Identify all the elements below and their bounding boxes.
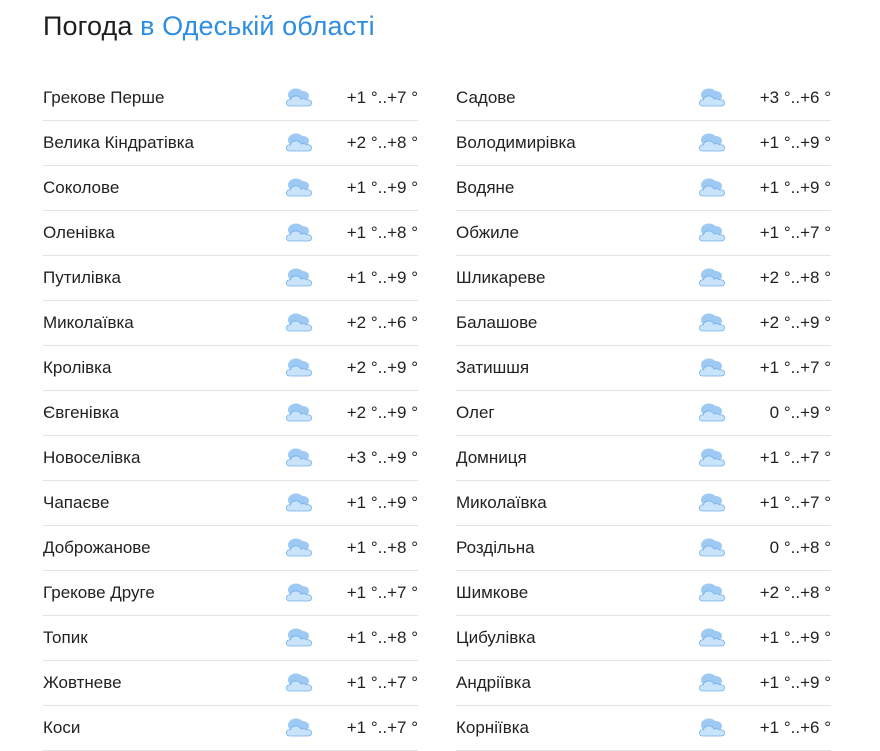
city-row[interactable]: Роздільна 0 °..+8 ° [456, 526, 831, 571]
cloudy-icon [285, 717, 313, 739]
temperature-range: +2 °..+8 ° [759, 268, 831, 287]
city-row[interactable]: Оленівка +1 °..+8 ° [43, 211, 418, 256]
city-row[interactable]: Миколаївка +1 °..+7 ° [456, 481, 831, 526]
temperature-range: +1 °..+8 ° [346, 223, 418, 242]
temperature-range: +1 °..+7 ° [759, 223, 831, 242]
cloudy-icon [698, 717, 726, 739]
city-row[interactable]: Домниця +1 °..+7 ° [456, 436, 831, 481]
cloudy-icon [285, 447, 313, 469]
temperature-range: +2 °..+8 ° [759, 583, 831, 602]
city-row[interactable]: Євгенівка +2 °..+9 ° [43, 391, 418, 436]
temperature-range: +1 °..+6 ° [759, 718, 831, 737]
cloudy-icon [285, 87, 313, 109]
cloudy-icon [698, 492, 726, 514]
cloudy-icon [285, 177, 313, 199]
temperature-range: 0 °..+8 ° [769, 538, 831, 557]
city-row[interactable]: Затишшя +1 °..+7 ° [456, 346, 831, 391]
city-row[interactable]: Балашове +2 °..+9 ° [456, 301, 831, 346]
city-row[interactable]: Грекове Друге +1 °..+7 ° [43, 571, 418, 616]
temperature-range: +1 °..+9 ° [346, 268, 418, 287]
city-row[interactable]: Цибулівка +1 °..+9 ° [456, 616, 831, 661]
city-row[interactable]: Доброжанове +1 °..+8 ° [43, 526, 418, 571]
cloudy-icon [698, 402, 726, 424]
cloudy-icon [698, 312, 726, 334]
temperature-range: +1 °..+7 ° [759, 493, 831, 512]
city-row[interactable]: Шимкове +2 °..+8 ° [456, 571, 831, 616]
temperature-range: 0 °..+9 ° [769, 403, 831, 422]
cloudy-icon [698, 627, 726, 649]
cloudy-icon [698, 222, 726, 244]
page-title: Погода в Одеській області [43, 8, 375, 44]
city-row[interactable]: Чапаєве +1 °..+9 ° [43, 481, 418, 526]
temperature-range: +2 °..+6 ° [346, 313, 418, 332]
temperature-range: +3 °..+9 ° [346, 448, 418, 467]
cloudy-icon [285, 537, 313, 559]
cloudy-icon [285, 492, 313, 514]
city-row[interactable]: Андріївка +1 °..+9 ° [456, 661, 831, 706]
temperature-range: +1 °..+9 ° [759, 673, 831, 692]
cloudy-icon [285, 312, 313, 334]
cloudy-icon [285, 627, 313, 649]
city-row[interactable]: Олег 0 °..+9 ° [456, 391, 831, 436]
cloudy-icon [285, 132, 313, 154]
cloudy-icon [285, 267, 313, 289]
temperature-range: +1 °..+7 ° [759, 358, 831, 377]
city-row[interactable]: Водяне +1 °..+9 ° [456, 166, 831, 211]
temperature-range: +2 °..+9 ° [346, 358, 418, 377]
cloudy-icon [285, 582, 313, 604]
city-list-left: Грекове Перше +1 °..+7 ° Велика Кіндратівк… [43, 76, 418, 751]
temperature-range: +1 °..+7 ° [346, 88, 418, 107]
temperature-range: +1 °..+8 ° [346, 538, 418, 557]
city-row[interactable]: Миколаївка +2 °..+6 ° [43, 301, 418, 346]
temperature-range: +1 °..+9 ° [759, 178, 831, 197]
temperature-range: +1 °..+9 ° [346, 178, 418, 197]
cloudy-icon [698, 177, 726, 199]
temperature-range: +2 °..+9 ° [759, 313, 831, 332]
city-row[interactable]: Шликареве +2 °..+8 ° [456, 256, 831, 301]
temperature-range: +1 °..+7 ° [346, 673, 418, 692]
city-row[interactable]: Соколове +1 °..+9 ° [43, 166, 418, 211]
city-row[interactable]: Грекове Перше +1 °..+7 ° [43, 76, 418, 121]
temperature-range: +1 °..+9 ° [759, 628, 831, 647]
city-row[interactable]: Путилівка +1 °..+9 ° [43, 256, 418, 301]
temperature-range: +1 °..+8 ° [346, 628, 418, 647]
city-row[interactable]: Обжиле +1 °..+7 ° [456, 211, 831, 256]
temperature-range: +3 °..+6 ° [759, 88, 831, 107]
cloudy-icon [698, 267, 726, 289]
temperature-range: +1 °..+7 ° [759, 448, 831, 467]
city-row[interactable]: Жовтневе +1 °..+7 ° [43, 661, 418, 706]
cloudy-icon [698, 447, 726, 469]
temperature-range: +1 °..+7 ° [346, 583, 418, 602]
city-row[interactable]: Топик +1 °..+8 ° [43, 616, 418, 661]
city-row[interactable]: Садове +3 °..+6 ° [456, 76, 831, 121]
city-row[interactable]: Коси +1 °..+7 ° [43, 706, 418, 751]
temperature-range: +2 °..+9 ° [346, 403, 418, 422]
city-row[interactable]: Новоселівка +3 °..+9 ° [43, 436, 418, 481]
city-row[interactable]: Володимирівка +1 °..+9 ° [456, 121, 831, 166]
city-row[interactable]: Кролівка +2 °..+9 ° [43, 346, 418, 391]
cloudy-icon [285, 402, 313, 424]
temperature-range: +2 °..+8 ° [346, 133, 418, 152]
cloudy-icon [698, 87, 726, 109]
temperature-range: +1 °..+9 ° [346, 493, 418, 512]
title-prefix: Погода [43, 11, 133, 41]
city-row[interactable]: Велика Кіндратівка +2 °..+8 ° [43, 121, 418, 166]
cloudy-icon [698, 357, 726, 379]
cloudy-icon [698, 672, 726, 694]
cloudy-icon [285, 357, 313, 379]
temperature-range: +1 °..+9 ° [759, 133, 831, 152]
cloudy-icon [285, 672, 313, 694]
cloudy-icon [698, 582, 726, 604]
city-row[interactable]: Корніївка +1 °..+6 ° [456, 706, 831, 751]
cloudy-icon [698, 537, 726, 559]
temperature-range: +1 °..+7 ° [346, 718, 418, 737]
city-list-right: Садове +3 °..+6 ° Володимирівка +1 °..+9 ° В… [456, 76, 831, 751]
title-region: в Одеській області [140, 11, 375, 41]
cloudy-icon [285, 222, 313, 244]
cloudy-icon [698, 132, 726, 154]
